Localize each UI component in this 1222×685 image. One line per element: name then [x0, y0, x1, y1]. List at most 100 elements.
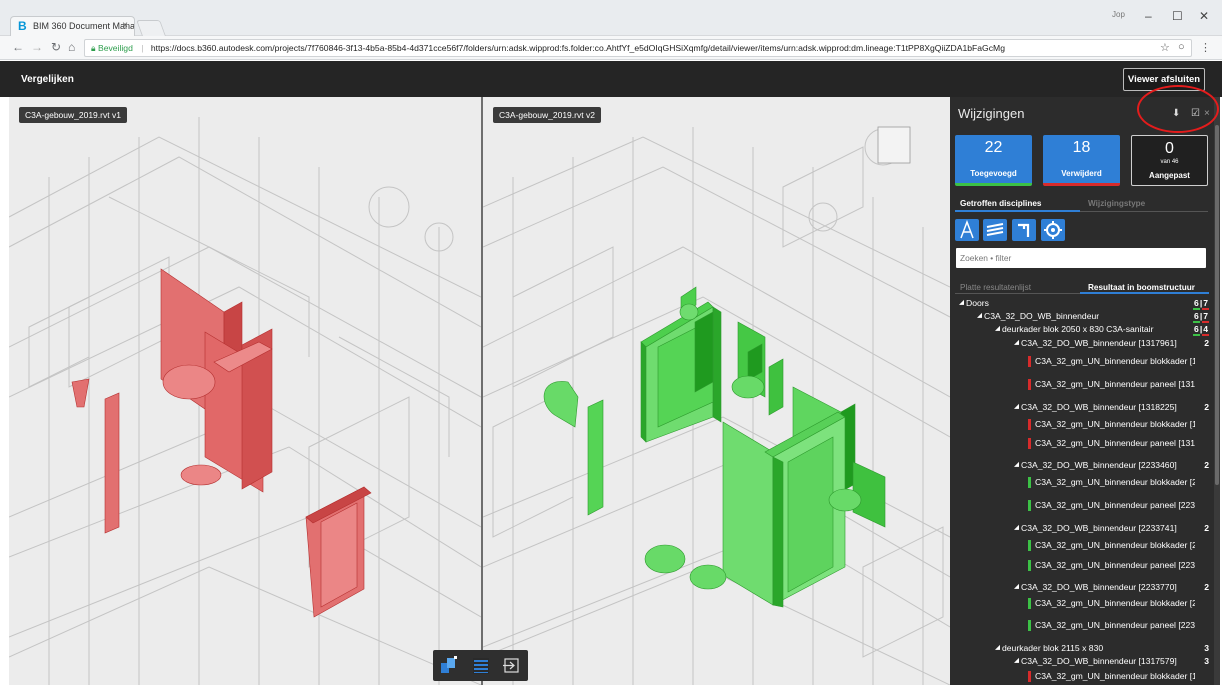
- modified-label: Aangepast: [1149, 171, 1190, 180]
- tree-node-item[interactable]: ◢ C3A_32_DO_WB_binnendeur [1317579] 3: [950, 655, 1215, 667]
- tree-node-item[interactable]: ◢ C3A_32_DO_WB_binnendeur 6|7: [950, 310, 1215, 323]
- model-sign: [877, 126, 911, 164]
- reload-icon[interactable]: ↻: [51, 40, 61, 54]
- split-view-icon[interactable]: [437, 654, 461, 677]
- url-separator: |: [141, 43, 144, 53]
- tree-leaf-item[interactable]: C3A_32_gm_UN_binnendeur blokkader [2: [950, 539, 1215, 551]
- changes-panel: Wijzigingen ⬇ ☑ × 22 Toegevoegd 18 Verwi…: [950, 97, 1215, 685]
- mechanical-icon[interactable]: [1041, 219, 1065, 241]
- tree-item-count: 3: [1204, 656, 1209, 666]
- tab-tree-underline: [1080, 292, 1209, 294]
- tree-item-label: C3A_32_gm_UN_binnendeur blokkader [1: [1035, 671, 1195, 681]
- tree-node-item[interactable]: ◢ C3A_32_DO_WB_binnendeur [1317961] 2: [950, 337, 1215, 349]
- added-status-marker: [1028, 500, 1031, 511]
- expand-caret-icon[interactable]: ◢: [977, 310, 982, 322]
- plumbing-icon[interactable]: [1012, 219, 1036, 241]
- removed-label: Verwijderd: [1061, 169, 1102, 178]
- tree-node-item[interactable]: ◢ C3A_32_DO_WB_binnendeur [2233741] 2: [950, 522, 1215, 534]
- expand-caret-icon[interactable]: ◢: [1014, 337, 1019, 349]
- tab-close-icon[interactable]: ×: [122, 17, 128, 35]
- exit-compare-icon[interactable]: [500, 654, 524, 677]
- viewer-toolbar: [433, 650, 528, 681]
- viewer-v1[interactable]: C3A-gebouw_2019.rvt v1: [9, 97, 481, 685]
- expand-caret-icon[interactable]: ◢: [995, 642, 1000, 654]
- tree-item-count: 6|4: [1193, 323, 1209, 336]
- tree-leaf-item[interactable]: C3A_32_gm_UN_binnendeur paneel [2233: [950, 499, 1215, 511]
- new-tab-button[interactable]: [136, 20, 166, 36]
- tab-disciplines[interactable]: Getroffen disciplines: [960, 199, 1041, 208]
- bookmark-star-icon[interactable]: ☆: [1160, 41, 1170, 54]
- tree-item-count: 2: [1204, 523, 1209, 533]
- tree-leaf-item[interactable]: C3A_32_gm_UN_binnendeur paneel [1317: [950, 378, 1215, 390]
- tree-item-count: 3: [1204, 643, 1209, 653]
- back-icon[interactable]: ←: [12, 40, 24, 54]
- maximize-icon[interactable]: ☐: [1172, 9, 1183, 23]
- tree-node-item[interactable]: ◢ deurkader blok 2115 x 830 3: [950, 642, 1215, 654]
- viewer-v1-label: C3A-gebouw_2019.rvt v1: [19, 107, 127, 123]
- structure-icon[interactable]: [983, 219, 1007, 241]
- search-input[interactable]: Zoeken • filter: [956, 248, 1206, 268]
- close-window-icon[interactable]: ✕: [1199, 9, 1209, 23]
- added-stat-card[interactable]: 22 Toegevoegd: [955, 135, 1032, 186]
- tree-node-item[interactable]: ◢ deurkader blok 2050 x 830 C3A-sanitair 6…: [950, 323, 1215, 336]
- added-count-value: 6: [1193, 298, 1200, 310]
- tree-leaf-item[interactable]: C3A_32_gm_UN_binnendeur paneel [2233: [950, 559, 1215, 571]
- tree-node-item[interactable]: ◢ C3A_32_DO_WB_binnendeur [1318225] 2: [950, 401, 1215, 413]
- tab-tree-results[interactable]: Resultaat in boomstructuur: [1088, 283, 1195, 292]
- expand-caret-icon[interactable]: ◢: [1014, 401, 1019, 413]
- tree-leaf-item[interactable]: C3A_32_gm_UN_binnendeur paneel [2233: [950, 619, 1215, 631]
- url-text: https://docs.b360.autodesk.com/projects/…: [150, 43, 1005, 53]
- tree-node-item[interactable]: ◢ C3A_32_DO_WB_binnendeur [2233770] 2: [950, 581, 1215, 593]
- browser-tab-strip: B BIM 360 Document Mana × Jop – ☐ ✕: [0, 0, 1222, 36]
- expand-caret-icon[interactable]: ◢: [1014, 655, 1019, 667]
- tree-item-label: C3A_32_gm_UN_binnendeur paneel [2233: [1035, 500, 1195, 510]
- list-view-icon[interactable]: [469, 654, 493, 677]
- tree-leaf-item[interactable]: C3A_32_gm_UN_binnendeur blokkader [1: [950, 355, 1215, 367]
- tree-leaf-item[interactable]: C3A_32_gm_UN_binnendeur blokkader [2: [950, 476, 1215, 488]
- tree-leaf-item[interactable]: C3A_32_gm_UN_binnendeur blokkader [1: [950, 418, 1215, 430]
- viewer-v2[interactable]: C3A-gebouw_2019.rvt v2: [483, 97, 950, 685]
- modified-stat-card[interactable]: 0 van 46 Aangepast: [1131, 135, 1208, 186]
- added-count-value: 6: [1193, 324, 1200, 336]
- added-status-marker: [1028, 477, 1031, 488]
- minimize-icon[interactable]: –: [1145, 9, 1152, 23]
- architecture-icon[interactable]: [955, 219, 979, 241]
- tree-node-item[interactable]: ◢ C3A_32_DO_WB_binnendeur [2233460] 2: [950, 459, 1215, 471]
- modified-count: 0: [1165, 140, 1174, 157]
- added-status-marker: [1028, 598, 1031, 609]
- expand-caret-icon[interactable]: ◢: [959, 297, 964, 309]
- tree-item-label: C3A_32_gm_UN_binnendeur blokkader [1: [1035, 356, 1195, 366]
- expand-caret-icon[interactable]: ◢: [1014, 522, 1019, 534]
- added-label: Toegevoegd: [970, 169, 1017, 178]
- results-tab-divider: [955, 293, 1080, 294]
- extension-icon[interactable]: ○: [1178, 41, 1185, 53]
- browser-tab[interactable]: B BIM 360 Document Mana ×: [10, 16, 135, 36]
- expand-caret-icon[interactable]: ◢: [1014, 581, 1019, 593]
- removed-count-value: 7: [1202, 311, 1209, 323]
- user-label[interactable]: Jop: [1112, 10, 1125, 19]
- tree-leaf-item[interactable]: C3A_32_gm_UN_binnendeur blokkader [2: [950, 597, 1215, 609]
- tree-item-label: C3A_32_gm_UN_binnendeur blokkader [2: [1035, 477, 1195, 487]
- expand-caret-icon[interactable]: ◢: [995, 323, 1000, 335]
- expand-caret-icon[interactable]: ◢: [1014, 459, 1019, 471]
- tree-item-label: C3A_32_DO_WB_binnendeur: [984, 311, 1100, 321]
- forward-icon[interactable]: →: [31, 40, 43, 54]
- tree-leaf-item[interactable]: C3A_32_gm_UN_binnendeur blokkader [1: [950, 670, 1215, 682]
- tree-item-count: 2: [1204, 402, 1209, 412]
- removed-stat-card[interactable]: 18 Verwijderd: [1043, 135, 1120, 186]
- tree-item-label: C3A_32_DO_WB_binnendeur [1317961]: [1021, 338, 1177, 348]
- tree-item-label: deurkader blok 2050 x 830 C3A-sanitair: [1002, 324, 1154, 334]
- tree-item-label: C3A_32_gm_UN_binnendeur blokkader [2: [1035, 598, 1195, 608]
- model-view-v2: [483, 97, 950, 685]
- tree-leaf-item[interactable]: C3A_32_gm_UN_binnendeur paneel [1318: [950, 437, 1215, 449]
- tree-item-label: C3A_32_DO_WB_binnendeur [1318225]: [1021, 402, 1177, 412]
- panel-scrollbar-thumb[interactable]: [1215, 125, 1219, 485]
- removed-status-marker: [1028, 419, 1031, 430]
- tree-item-label: C3A_32_gm_UN_binnendeur paneel [2233: [1035, 620, 1195, 630]
- tree-node-item[interactable]: ◢ Doors 6|7: [950, 297, 1215, 310]
- tab-flat-results[interactable]: Platte resultatenlijst: [960, 283, 1031, 292]
- home-icon[interactable]: ⌂: [68, 40, 75, 54]
- tab-change-type[interactable]: Wijzigingstype: [1088, 199, 1145, 208]
- menu-icon[interactable]: ⋮: [1200, 41, 1211, 54]
- url-input[interactable]: 🔒︎ Beveiligd | https://docs.b360.autodes…: [84, 39, 1192, 57]
